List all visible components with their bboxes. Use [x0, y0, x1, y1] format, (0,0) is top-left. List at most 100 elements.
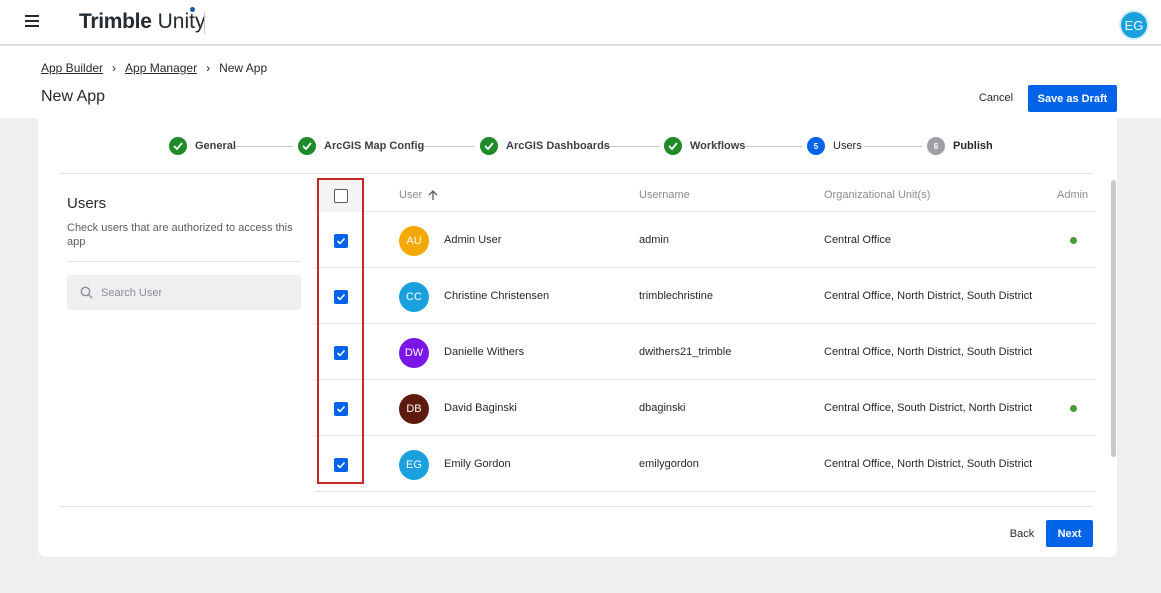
org-units-column-header: Organizational Unit(s) [824, 189, 931, 201]
step-arcgis-map-config[interactable]: ArcGIS Map Config [298, 137, 424, 155]
avatar: DW [399, 338, 429, 368]
org-units: Central Office, South District, North Di… [824, 402, 1033, 414]
logo-brand: Trimble [79, 10, 152, 33]
page-header: App Builder › App Manager › New App New … [0, 46, 1161, 118]
admin-column-header: Admin [1057, 189, 1089, 201]
user-name: David Baginski [444, 402, 517, 414]
step-number-badge: 5 [807, 137, 825, 155]
chevron-right-icon: › [112, 61, 117, 75]
step-connector [418, 146, 475, 147]
checkmark-icon [336, 349, 346, 357]
username: dbaginski [639, 402, 686, 414]
avatar: DB [399, 394, 429, 424]
step-label: ArcGIS Dashboards [506, 140, 610, 152]
avatar: EG [399, 450, 429, 480]
user-name: Christine Christensen [444, 290, 550, 302]
page-title: New App [41, 88, 106, 105]
app-logo: Trimble Unity [79, 7, 206, 34]
users-panel-title: Users [67, 195, 107, 212]
user-name: Emily Gordon [444, 458, 511, 470]
admin-indicator-icon [1070, 405, 1077, 412]
step-arcgis-dashboards[interactable]: ArcGIS Dashboards [480, 137, 610, 155]
step-label: ArcGIS Map Config [324, 140, 425, 152]
org-units: Central Office, North District, South Di… [824, 458, 1033, 470]
row-checkbox[interactable] [334, 402, 348, 416]
table-header: User Username Organizational Unit(s) Adm… [315, 178, 1096, 212]
username: admin [639, 234, 669, 246]
check-circle-icon [169, 137, 187, 155]
step-users[interactable]: 5 Users [807, 137, 862, 155]
checkmark-icon [336, 237, 346, 245]
row-checkbox[interactable] [334, 234, 348, 248]
sort-arrow-up-icon [428, 189, 438, 200]
row-checkbox[interactable] [334, 458, 348, 472]
chevron-right-icon: › [206, 61, 211, 75]
save-as-draft-button[interactable]: Save as Draft [1028, 85, 1117, 112]
table-row[interactable]: EG Emily Gordon emilygordon Central Offi… [315, 436, 1096, 492]
user-column-label: User [399, 189, 423, 201]
checkmark-icon [336, 405, 346, 413]
logo-product-text: Unity [157, 10, 206, 33]
logo-product: Unity [157, 7, 206, 34]
step-label: Users [833, 140, 862, 152]
admin-indicator-icon [1070, 237, 1077, 244]
username: emilygordon [639, 458, 699, 470]
check-circle-icon [664, 137, 682, 155]
breadcrumb-current: New App [219, 61, 268, 75]
step-connector [864, 146, 922, 147]
check-circle-icon [480, 137, 498, 155]
row-checkbox[interactable] [334, 290, 348, 304]
breadcrumb: App Builder › App Manager › New App [41, 61, 267, 75]
panel-divider [67, 261, 301, 262]
back-button[interactable]: Back [1004, 522, 1040, 546]
step-workflows[interactable]: Workflows [664, 137, 745, 155]
avatar: AU [399, 226, 429, 256]
step-number-badge: 6 [927, 137, 945, 155]
step-connector [602, 146, 660, 147]
checkmark-icon [336, 293, 346, 301]
users-panel-description: Check users that are authorized to acces… [67, 222, 293, 248]
step-label: General [195, 140, 236, 152]
next-button[interactable]: Next [1046, 520, 1093, 547]
cancel-button[interactable]: Cancel [972, 86, 1020, 110]
table-scrollbar[interactable] [1111, 180, 1116, 457]
hamburger-menu-icon[interactable] [25, 15, 39, 27]
step-label: Workflows [690, 140, 746, 152]
table-row[interactable]: AU Admin User admin Central Office [315, 212, 1096, 268]
step-connector [744, 146, 802, 147]
search-icon [80, 286, 93, 299]
username: trimblechristine [639, 290, 713, 302]
user-name: Danielle Withers [444, 346, 525, 358]
stepper-divider [61, 173, 1093, 174]
logo-dot-icon [189, 7, 195, 12]
breadcrumb-app-builder[interactable]: App Builder [41, 61, 103, 75]
row-checkbox[interactable] [334, 346, 348, 360]
top-bar: Trimble Unity EG [0, 0, 1161, 45]
search-user-input[interactable] [101, 286, 291, 299]
username: dwithers21_trimble [639, 346, 732, 358]
step-label: Publish [953, 140, 993, 152]
table-row[interactable]: CC Christine Christensen trimblechristin… [315, 268, 1096, 324]
main-card: General ArcGIS Map Config ArcGIS Dashboa… [38, 118, 1117, 557]
user-avatar-button[interactable]: EG [1119, 10, 1149, 40]
user-column-header[interactable]: User [399, 189, 438, 201]
search-user-field[interactable] [67, 275, 301, 310]
table-row[interactable]: DB David Baginski dbaginski Central Offi… [315, 380, 1096, 436]
avatar: CC [399, 282, 429, 312]
org-units: Central Office, North District, South Di… [824, 346, 1033, 358]
users-table: User Username Organizational Unit(s) Adm… [315, 178, 1096, 492]
org-units: Central Office [824, 234, 892, 246]
username-column-header: Username [639, 189, 690, 201]
select-all-checkbox[interactable] [334, 189, 348, 203]
check-circle-icon [298, 137, 316, 155]
footer-divider [61, 506, 1093, 507]
step-connector [235, 146, 293, 147]
step-general[interactable]: General [169, 137, 236, 155]
stepper: General ArcGIS Map Config ArcGIS Dashboa… [38, 118, 1117, 173]
user-name: Admin User [444, 234, 502, 246]
step-publish[interactable]: 6 Publish [927, 137, 993, 155]
table-row[interactable]: DW Danielle Withers dwithers21_trimble C… [315, 324, 1096, 380]
logo-divider [204, 12, 205, 34]
org-units: Central Office, North District, South Di… [824, 290, 1033, 302]
breadcrumb-app-manager[interactable]: App Manager [125, 61, 197, 75]
